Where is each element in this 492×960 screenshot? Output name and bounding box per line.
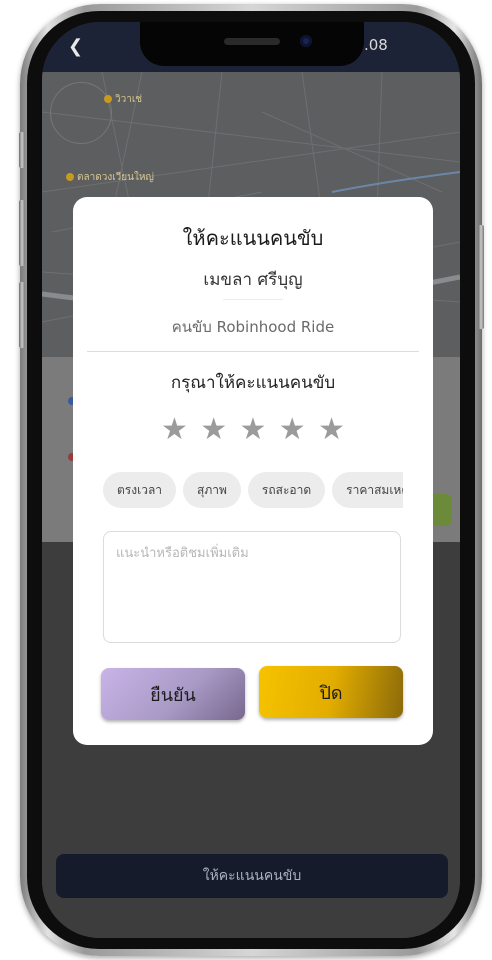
status-time: .08 <box>364 36 388 54</box>
map-place-name: ตลาดวงเวียนใหญ่ <box>77 172 154 183</box>
map-place-label: วิวาเช่ <box>104 92 142 107</box>
speaker-grille <box>224 38 280 45</box>
feedback-tags: ตรงเวลาสุภาพรถสะอาดราคาสมเหตุสม <box>103 472 403 510</box>
rate-driver-bottom-button[interactable]: ให้คะแนนคนขับ <box>56 854 448 898</box>
power-button <box>478 225 484 329</box>
confirm-button[interactable]: ยืนยัน <box>101 668 245 720</box>
star-icon[interactable]: ★ <box>318 413 345 447</box>
map-place-name: วิวาเช่ <box>115 94 143 105</box>
map-roundabout <box>50 82 112 144</box>
rating-modal: ให้คะแนนคนขับ เมขลา ศรีบุญ คนขับ Robinho… <box>73 197 433 745</box>
star-icon[interactable]: ★ <box>279 413 306 447</box>
modal-title: ให้คะแนนคนขับ <box>182 226 324 250</box>
tag-fair-price[interactable]: ราคาสมเหตุสม <box>332 472 403 508</box>
chevron-left-icon[interactable]: ❮ <box>68 36 83 57</box>
star-icon[interactable]: ★ <box>200 413 227 447</box>
driver-role: คนขับ Robinhood Ride <box>171 318 335 336</box>
tag-polite[interactable]: สุภาพ <box>183 472 241 508</box>
driver-name: เมขลา ศรีบุญ <box>203 270 303 290</box>
tag-clean-car[interactable]: รถสะอาด <box>247 472 326 508</box>
map-place-label: ตลาดวงเวียนใหญ่ <box>66 170 154 185</box>
map-pin-icon <box>66 173 74 181</box>
rating-prompt: กรุณาให้คะแนนคนขับ <box>170 373 336 393</box>
mute-switch <box>19 132 25 168</box>
star-rating[interactable]: ★ ★ ★ ★ ★ <box>161 413 345 447</box>
close-button[interactable]: ปิด <box>259 666 403 718</box>
comment-field[interactable] <box>103 531 401 643</box>
map-pin-icon <box>104 95 112 103</box>
star-icon[interactable]: ★ <box>161 413 188 447</box>
camera-icon <box>300 35 312 47</box>
divider <box>87 351 419 352</box>
star-icon[interactable]: ★ <box>240 413 267 447</box>
volume-up-button <box>19 200 25 266</box>
divider <box>223 299 283 300</box>
tag-on-time[interactable]: ตรงเวลา <box>103 472 177 508</box>
volume-down-button <box>19 282 25 348</box>
phone-notch <box>140 22 364 66</box>
